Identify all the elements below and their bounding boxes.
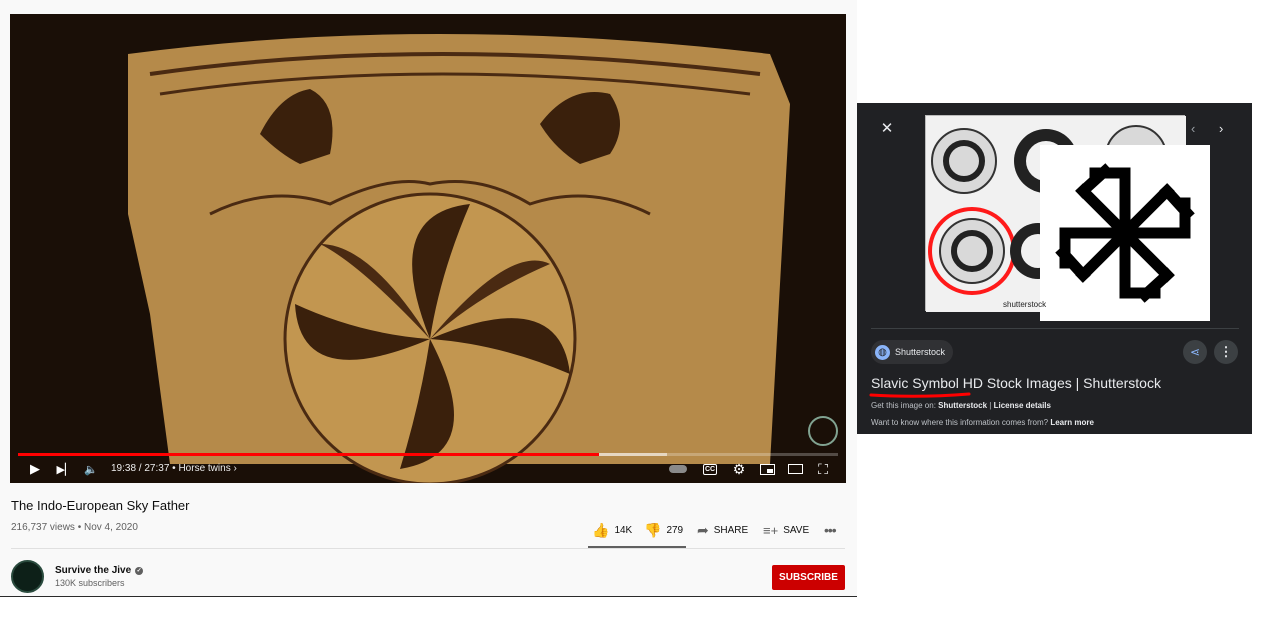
globe-icon: ◍ — [875, 344, 890, 360]
more-vert-icon: ⋮ — [1219, 344, 1233, 359]
learn-more-link[interactable]: Learn more — [1050, 418, 1094, 427]
get-image-prefix: Get this image on: — [871, 401, 936, 410]
time-readout: 19:38 / 27:37 — [111, 463, 170, 474]
more-actions-button[interactable]: ••• — [824, 520, 837, 540]
mute-button[interactable]: 🔈 — [82, 458, 100, 480]
next-icon: ▶▏ — [56, 463, 74, 476]
source-name: Shutterstock — [895, 347, 946, 357]
progress-bar[interactable] — [18, 453, 838, 456]
info-line: Want to know where this information come… — [871, 418, 1094, 427]
more-icon: ••• — [824, 522, 837, 538]
youtube-watch-page: ▶ ▶▏ 🔈 19:38 / 27:37 • Horse twins › CC — [0, 0, 857, 597]
panel-divider — [871, 328, 1239, 329]
player-controls: ▶ ▶▏ 🔈 19:38 / 27:37 • Horse twins › CC — [10, 458, 846, 480]
autoplay-toggle-icon — [669, 465, 687, 473]
like-button[interactable]: 👍 14K — [592, 520, 632, 540]
save-playlist-icon: ≡+ — [763, 522, 779, 538]
red-underline-annotation — [869, 392, 971, 398]
link-separator: | — [989, 401, 992, 410]
volume-icon: 🔈 — [84, 463, 98, 476]
captions-button[interactable]: CC — [702, 458, 718, 480]
chevron-left-icon[interactable]: ‹ — [1191, 121, 1195, 136]
miniplayer-icon — [759, 463, 775, 475]
time-display: 19:38 / 27:37 • Horse twins › — [111, 463, 237, 474]
theater-button[interactable] — [786, 458, 804, 480]
play-icon: ▶ — [30, 461, 40, 476]
chapter-title[interactable]: Horse twins — [178, 463, 230, 474]
image-credit: shutterstock — [1003, 300, 1047, 309]
miniplayer-button[interactable] — [758, 458, 776, 480]
verified-icon: ✓ — [135, 566, 144, 575]
like-count: 14K — [614, 524, 633, 536]
source-chip[interactable]: ◍ Shutterstock — [871, 340, 954, 364]
subscribe-button[interactable]: SUBSCRIBE — [772, 565, 845, 590]
cc-icon: CC — [702, 463, 718, 475]
close-icon[interactable]: ✕ — [879, 121, 895, 137]
kolovrat-symbol-image — [1040, 145, 1210, 321]
channel-avatar[interactable] — [11, 560, 44, 593]
progress-buffered — [599, 453, 667, 456]
save-button[interactable]: ≡+ SAVE — [763, 520, 809, 540]
share-icon: ➦ — [697, 521, 709, 538]
get-image-line: Get this image on: Shutterstock | Licens… — [871, 401, 1051, 410]
result-title[interactable]: Slavic Symbol HD Stock Images | Shutters… — [871, 375, 1161, 391]
channel-name-row[interactable]: Survive the Jive ✓ — [55, 565, 144, 576]
theater-icon — [787, 464, 803, 474]
license-details-link[interactable]: License details — [994, 401, 1051, 410]
channel-watermark[interactable] — [808, 416, 838, 446]
get-image-source-link[interactable]: Shutterstock — [938, 401, 987, 410]
video-title: The Indo-European Sky Father — [11, 498, 190, 513]
dislike-count: 279 — [666, 524, 684, 536]
more-options-button[interactable]: ⋮ — [1214, 340, 1238, 364]
thumbs-down-icon: 👎 — [644, 521, 662, 538]
video-stats: 216,737 views • Nov 4, 2020 — [11, 522, 138, 533]
settings-icon: ⚙ — [732, 460, 746, 477]
chevron-right-icon[interactable]: › — [1219, 121, 1223, 136]
section-divider — [11, 548, 845, 549]
preview-image-kolovrat[interactable] — [1040, 145, 1210, 321]
fullscreen-button[interactable]: ⛶ — [814, 458, 832, 480]
video-player[interactable]: ▶ ▶▏ 🔈 19:38 / 27:37 • Horse twins › CC — [10, 14, 846, 483]
fullscreen-icon: ⛶ — [818, 460, 828, 477]
settings-button[interactable]: ⚙ — [730, 458, 748, 480]
autoplay-toggle[interactable] — [668, 458, 688, 480]
share-label: SHARE — [713, 524, 749, 536]
channel-name[interactable]: Survive the Jive — [55, 565, 131, 576]
thumbs-up-icon: 👍 — [592, 521, 610, 538]
dislike-button[interactable]: 👎 279 — [644, 520, 683, 540]
play-button[interactable]: ▶ — [26, 458, 44, 480]
video-frame-stone-carving — [10, 14, 846, 483]
share-alt-icon: ⋖ — [1189, 345, 1201, 359]
share-button[interactable]: ⋖ — [1183, 340, 1207, 364]
progress-played — [18, 453, 600, 456]
save-label: SAVE — [783, 524, 810, 536]
subscriber-count: 130K subscribers — [55, 578, 125, 588]
chevron-right-icon: › — [233, 463, 237, 474]
info-question: Want to know where this information come… — [871, 418, 1049, 427]
next-button[interactable]: ▶▏ — [56, 458, 74, 480]
share-button[interactable]: ➦ SHARE — [697, 520, 748, 540]
google-image-panel: ✕ ‹ › shutterstock ◍ Shutterstock ⋖ ⋮ Sl… — [857, 103, 1252, 434]
